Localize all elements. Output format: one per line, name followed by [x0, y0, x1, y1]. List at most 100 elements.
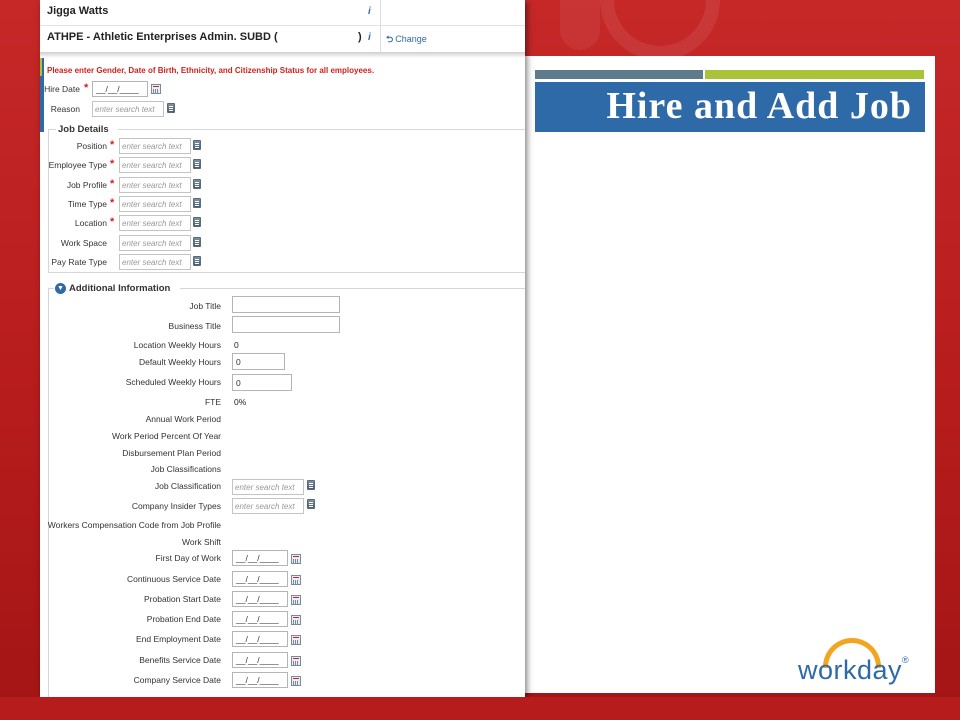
position-search-input[interactable]: enter search text: [119, 138, 191, 154]
required-marker: *: [110, 158, 115, 170]
decor-bar-gray: [535, 70, 703, 79]
prompt-list-icon[interactable]: [193, 217, 201, 227]
work-space-label: Work Space: [60, 238, 107, 248]
header-divider: [380, 0, 381, 52]
job-title-label: Job Title: [189, 301, 221, 311]
prompt-list-icon[interactable]: [193, 237, 201, 247]
section-border: [48, 272, 525, 273]
collapse-toggle-icon[interactable]: ▼: [55, 283, 66, 294]
section-border: [48, 129, 49, 272]
job-classifications-label: Job Classifications: [150, 464, 221, 474]
change-label: Change: [395, 34, 427, 44]
reason-search-input[interactable]: enter search text: [92, 101, 164, 117]
prompt-list-icon[interactable]: [307, 499, 315, 509]
organization-header-row: ATHPE - Athletic Enterprises Admin. SUBD…: [40, 26, 525, 52]
workday-logo: workday®: [798, 655, 909, 686]
continuous-service-date-input[interactable]: __/__/____: [232, 571, 288, 587]
slide-bottom-strip: [0, 697, 960, 720]
probation-end-date-input[interactable]: __/__/____: [232, 611, 288, 627]
prompt-list-icon[interactable]: [193, 256, 201, 266]
company-service-date-input[interactable]: __/__/____: [232, 672, 288, 688]
section-border: [48, 288, 49, 697]
first-day-of-work-label: First Day of Work: [155, 553, 222, 563]
employee-name: Jigga Watts: [47, 5, 109, 17]
calendar-icon[interactable]: [291, 575, 301, 585]
pay-rate-type-search-input[interactable]: enter search text: [119, 254, 191, 270]
location-label: Location: [74, 218, 107, 228]
location-search-input[interactable]: enter search text: [119, 215, 191, 231]
info-icon[interactable]: i: [368, 32, 371, 43]
slide-title: Hire and Add Job: [606, 85, 912, 127]
scheduled-weekly-hours-input[interactable]: 0: [232, 374, 292, 391]
prompt-list-icon[interactable]: [167, 103, 175, 113]
disbursement-plan-label: Disbursement Plan Period: [122, 448, 221, 458]
decor-bar-lime: [705, 70, 924, 79]
scheduled-weekly-hours-label: Scheduled Weekly Hours: [125, 377, 221, 387]
required-marker: *: [84, 82, 89, 94]
job-profile-label: Job Profile: [66, 180, 107, 190]
prompt-list-icon[interactable]: [307, 480, 315, 490]
prompt-list-icon[interactable]: [193, 159, 201, 169]
work-space-search-input[interactable]: enter search text: [119, 235, 191, 251]
job-classification-search-input[interactable]: enter search text: [232, 479, 304, 495]
location-weekly-hours-value: 0: [234, 340, 239, 350]
business-title-label: Business Title: [168, 321, 221, 331]
employee-type-search-input[interactable]: enter search text: [119, 157, 191, 173]
required-marker: *: [110, 178, 115, 190]
calendar-icon[interactable]: [291, 595, 301, 605]
calendar-icon[interactable]: [291, 635, 301, 645]
reason-label: Reason: [50, 104, 80, 114]
annual-work-period-label: Annual Work Period: [145, 414, 221, 424]
fte-label: FTE: [204, 397, 221, 407]
section-border: [180, 288, 525, 289]
time-type-search-input[interactable]: enter search text: [119, 196, 191, 212]
probation-end-date-label: Probation End Date: [146, 614, 221, 624]
prompt-list-icon[interactable]: [193, 140, 201, 150]
prompt-list-icon[interactable]: [193, 179, 201, 189]
seal-watermark-detail: [560, 0, 600, 50]
fte-value: 0%: [234, 397, 247, 407]
info-icon[interactable]: i: [368, 6, 371, 17]
change-link[interactable]: ⮌ Change: [386, 32, 427, 48]
first-day-of-work-input[interactable]: __/__/____: [232, 550, 288, 566]
calendar-icon[interactable]: [151, 84, 161, 94]
registered-mark: ®: [902, 655, 910, 665]
company-insider-search-input[interactable]: enter search text: [232, 498, 304, 514]
end-employment-date-input[interactable]: __/__/____: [232, 631, 288, 647]
company-insider-label: Company Insider Types: [131, 501, 221, 511]
left-accent-lime: [40, 58, 42, 76]
header-shadow: [40, 52, 525, 58]
job-title-input[interactable]: [232, 296, 340, 313]
job-details-title: Job Details: [58, 124, 109, 135]
job-classification-label: Job Classification: [154, 481, 221, 491]
workday-logo-text: workday: [798, 655, 903, 685]
employee-type-label: Employee Type: [48, 160, 107, 170]
organization-close-paren: ): [358, 31, 362, 43]
probation-start-date-input[interactable]: __/__/____: [232, 591, 288, 607]
continuous-service-date-label: Continuous Service Date: [126, 574, 221, 584]
work-shift-label: Work Shift: [181, 537, 221, 547]
calendar-icon[interactable]: [291, 615, 301, 625]
calendar-icon[interactable]: [291, 676, 301, 686]
company-service-date-label: Company Service Date: [133, 675, 221, 685]
section-border: [48, 129, 56, 130]
default-weekly-hours-input[interactable]: 0: [232, 353, 285, 370]
calendar-icon[interactable]: [291, 656, 301, 666]
organization-name: ATHPE - Athletic Enterprises Admin. SUBD…: [47, 31, 278, 43]
required-marker: *: [110, 139, 115, 151]
required-marker: *: [110, 216, 115, 228]
time-type-label: Time Type: [67, 199, 107, 209]
hire-date-input[interactable]: __/__/____: [92, 81, 148, 97]
default-weekly-hours-label: Default Weekly Hours: [138, 357, 221, 367]
calendar-icon[interactable]: [291, 554, 301, 564]
benefits-service-date-input[interactable]: __/__/____: [232, 652, 288, 668]
probation-start-date-label: Probation Start Date: [143, 594, 221, 604]
benefits-service-date-label: Benefits Service Date: [139, 655, 221, 665]
business-title-input[interactable]: [232, 316, 340, 333]
pay-rate-type-label: Pay Rate Type: [51, 257, 107, 267]
work-period-percent-label: Work Period Percent Of Year: [112, 431, 221, 441]
job-profile-search-input[interactable]: enter search text: [119, 177, 191, 193]
workers-comp-label: Workers Compensation Code from Job Profi…: [47, 520, 221, 530]
prompt-list-icon[interactable]: [193, 198, 201, 208]
employee-header-row: Jigga Watts i: [40, 0, 525, 26]
